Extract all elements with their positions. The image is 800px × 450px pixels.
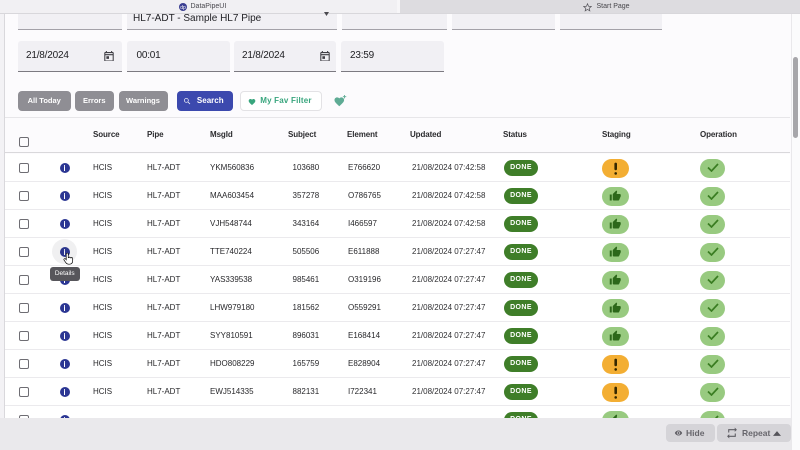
svg-text:dp: dp <box>180 5 186 11</box>
